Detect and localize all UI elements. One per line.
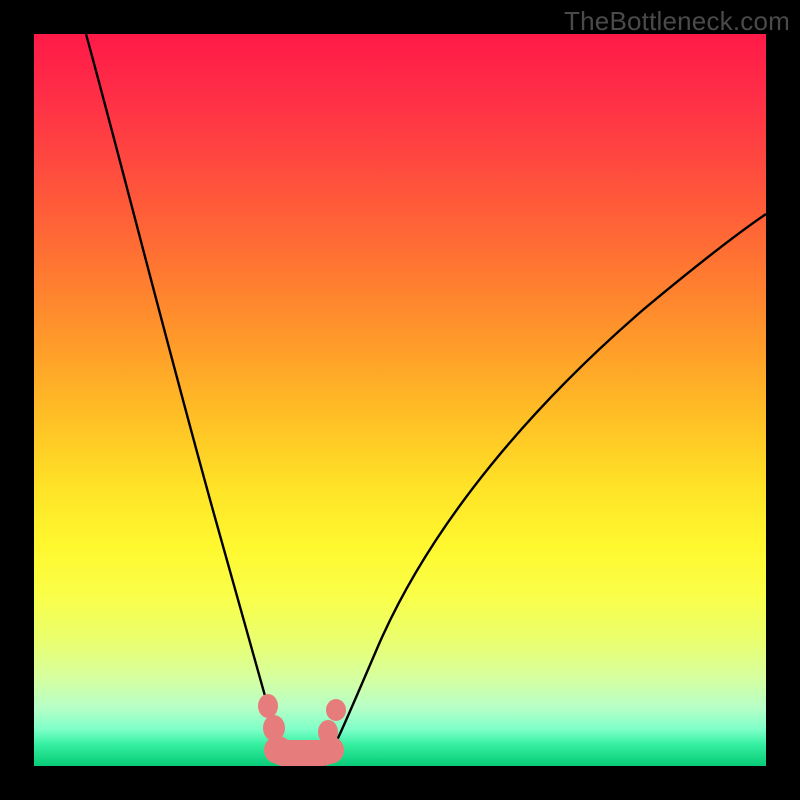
curve-right-branch: [324, 214, 766, 766]
outer-frame: TheBottleneck.com: [0, 0, 800, 800]
plot-area: [34, 34, 766, 766]
blob-base-right-cap: [316, 736, 344, 764]
watermark-text: TheBottleneck.com: [564, 6, 790, 37]
blob-right-upper: [326, 699, 346, 721]
curve-left-branch: [86, 34, 289, 766]
blob-cluster: [258, 694, 346, 766]
blob-base-left-cap: [264, 736, 292, 764]
blob-left-upper: [258, 694, 278, 718]
curve-layer: [34, 34, 766, 766]
